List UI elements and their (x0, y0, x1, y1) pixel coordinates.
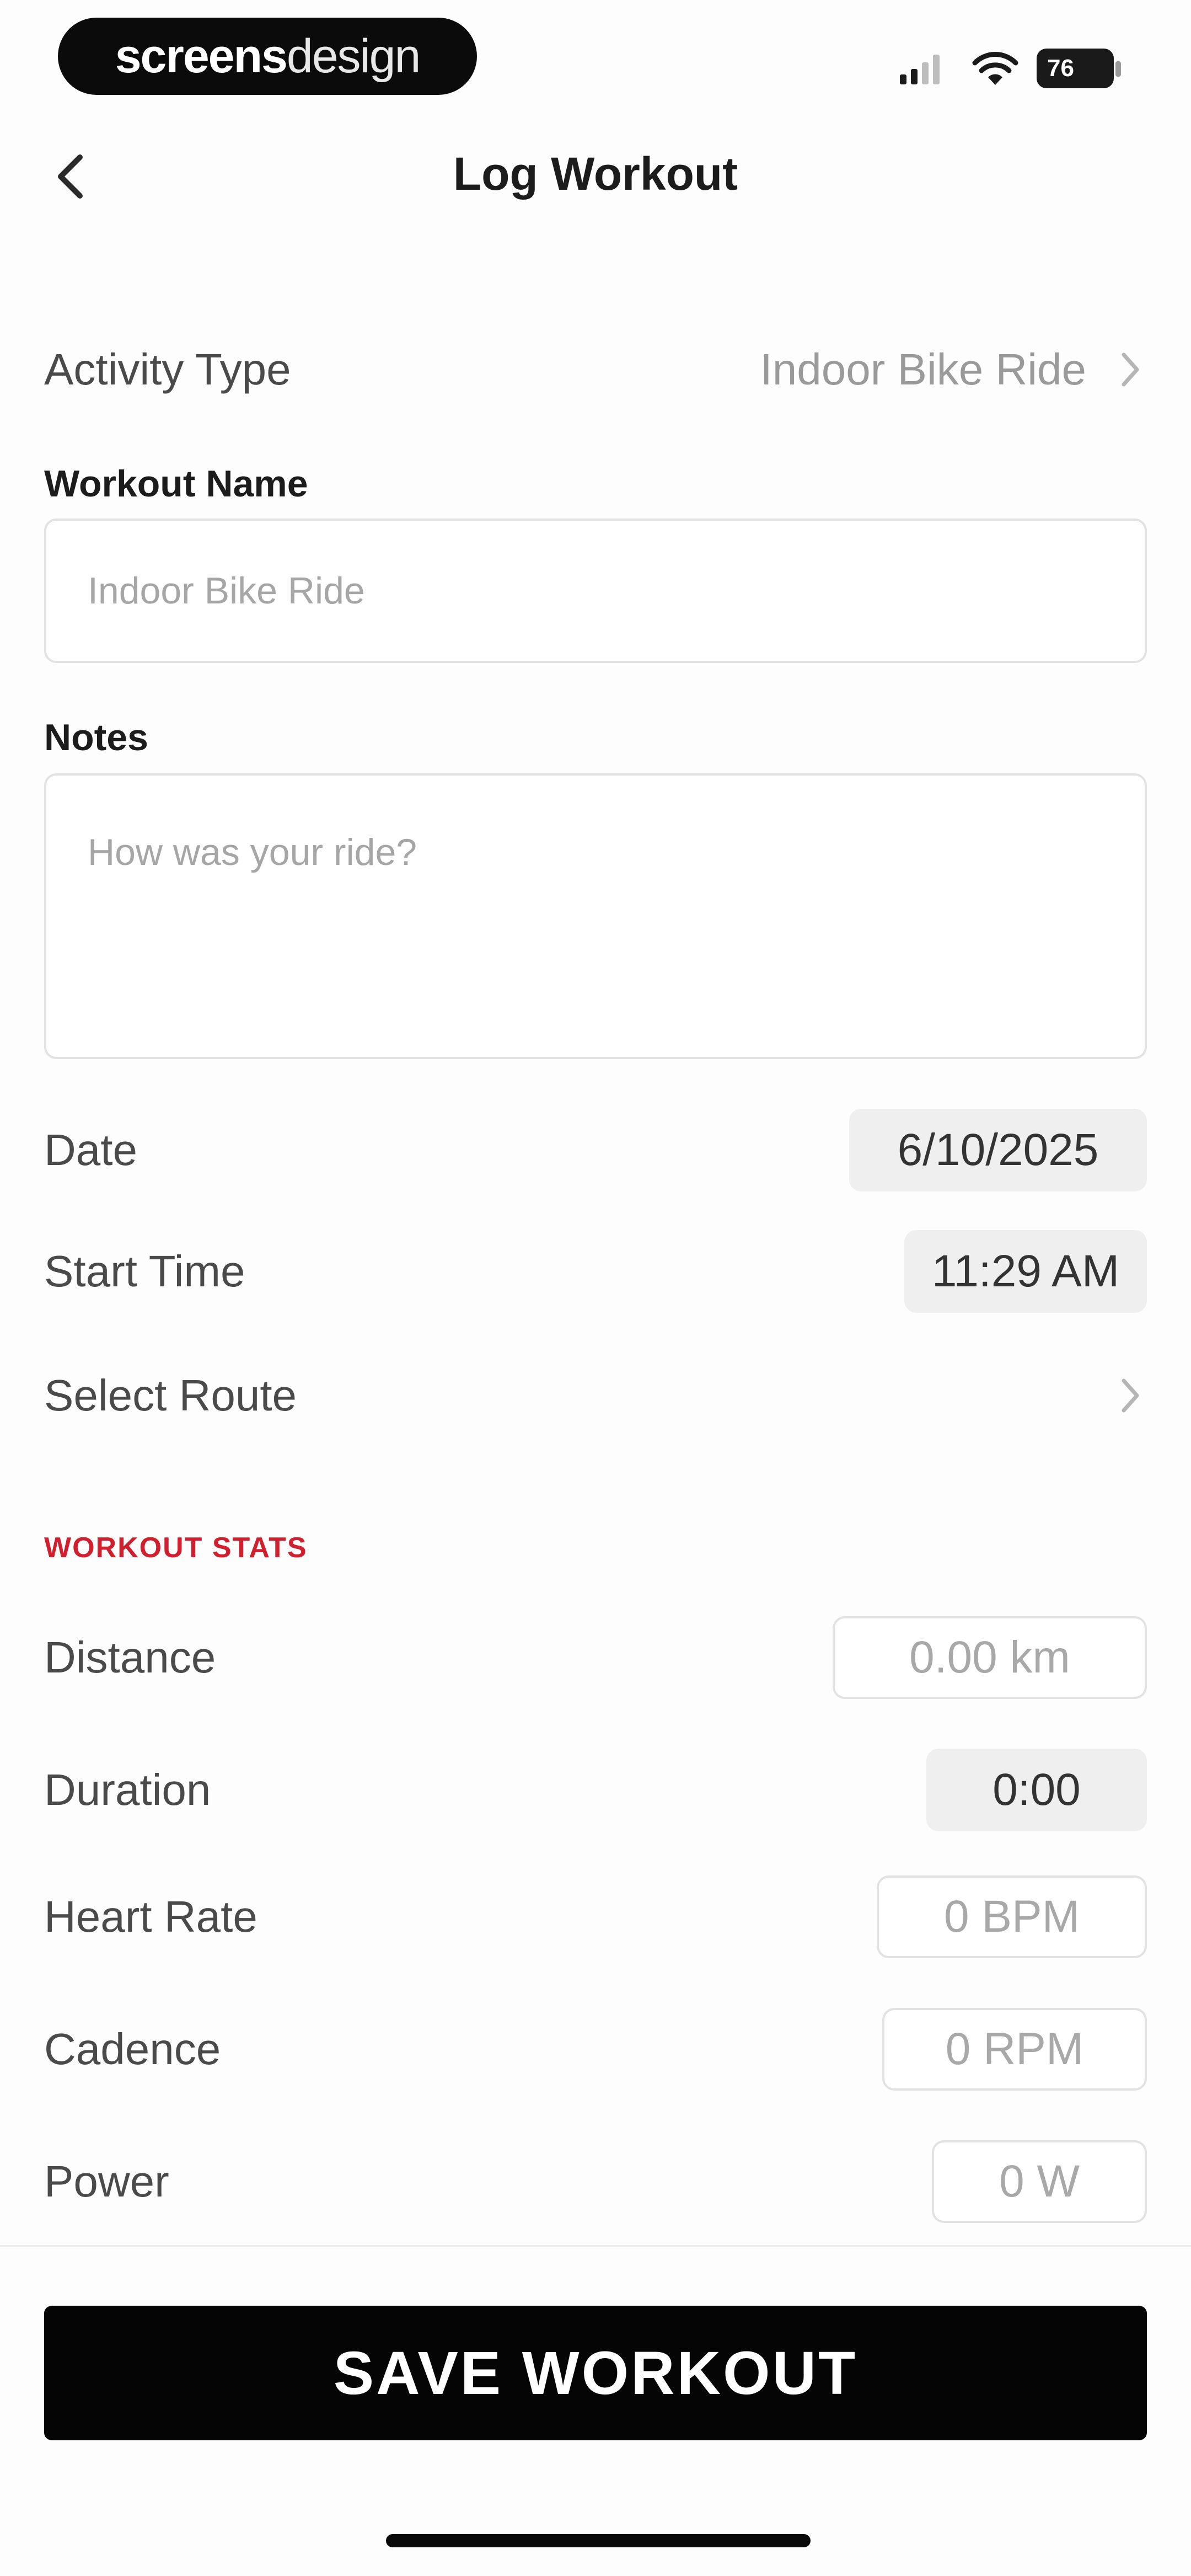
brand-bold-text: screens (115, 29, 288, 83)
distance-row: Distance 0.00 km (44, 1616, 1147, 1699)
power-row: Power 0 W (44, 2140, 1147, 2223)
distance-label: Distance (44, 1633, 216, 1682)
battery-icon: 76 (1037, 49, 1121, 88)
start-time-label: Start Time (44, 1247, 245, 1296)
activity-type-label: Activity Type (44, 345, 291, 394)
select-route-label: Select Route (44, 1371, 297, 1420)
start-time-value: 11:29 AM (931, 1246, 1120, 1296)
workout-name-input[interactable]: Indoor Bike Ride (44, 519, 1147, 663)
heart-rate-row: Heart Rate 0 BPM (44, 1875, 1147, 1958)
power-label: Power (44, 2157, 169, 2206)
cadence-value: 0 RPM (945, 2024, 1084, 2074)
cadence-label: Cadence (44, 2024, 221, 2073)
chevron-right-icon (1114, 348, 1147, 392)
log-workout-screen: screens design 76 Log Workout Activity Ty… (0, 0, 1191, 2576)
power-value: 0 W (999, 2156, 1080, 2206)
duration-value: 0:00 (993, 1765, 1081, 1815)
start-time-row: Start Time 11:29 AM (44, 1230, 1147, 1313)
power-input[interactable]: 0 W (932, 2140, 1147, 2223)
distance-value: 0.00 km (909, 1632, 1070, 1682)
heart-rate-label: Heart Rate (44, 1892, 257, 1941)
brand-light-text: design (286, 29, 421, 83)
heart-rate-input[interactable]: 0 BPM (877, 1875, 1147, 1958)
wifi-icon (972, 52, 1018, 85)
workout-name-label: Workout Name (44, 463, 308, 505)
page-title: Log Workout (453, 148, 738, 200)
signal-icon (900, 55, 940, 84)
save-workout-button[interactable]: SAVE WORKOUT (44, 2306, 1147, 2440)
notes-placeholder: How was your ride? (88, 831, 417, 873)
notes-label: Notes (44, 717, 148, 758)
date-picker[interactable]: 6/10/2025 (849, 1109, 1147, 1191)
duration-row: Duration 0:00 (44, 1749, 1147, 1831)
chevron-right-icon (1114, 1373, 1147, 1418)
activity-type-value: Indoor Bike Ride (760, 345, 1086, 394)
brand-logo: screens design (58, 18, 477, 95)
distance-input[interactable]: 0.00 km (833, 1616, 1147, 1699)
notes-textarea[interactable]: How was your ride? (44, 773, 1147, 1059)
status-bar: screens design 76 (0, 0, 1191, 110)
start-time-picker[interactable]: 11:29 AM (904, 1230, 1147, 1313)
cadence-input[interactable]: 0 RPM (882, 2008, 1147, 2091)
date-label: Date (44, 1125, 137, 1174)
workout-stats-header: WORKOUT STATS (44, 1532, 308, 1564)
heart-rate-value: 0 BPM (943, 1891, 1080, 1942)
back-button[interactable] (44, 149, 99, 204)
duration-label: Duration (44, 1765, 211, 1814)
duration-picker[interactable]: 0:00 (926, 1749, 1147, 1831)
select-route-row[interactable]: Select Route (44, 1357, 1147, 1434)
date-value: 6/10/2025 (897, 1125, 1099, 1175)
chevron-left-icon (58, 154, 83, 199)
activity-type-value-group: Indoor Bike Ride (760, 344, 1147, 395)
workout-name-placeholder: Indoor Bike Ride (88, 570, 365, 612)
battery-level: 76 (1047, 55, 1074, 82)
bottom-bar: SAVE WORKOUT (0, 2245, 1191, 2576)
activity-type-row[interactable]: Activity Type Indoor Bike Ride (44, 331, 1147, 408)
date-row: Date 6/10/2025 (44, 1109, 1147, 1191)
cadence-row: Cadence 0 RPM (44, 2008, 1147, 2091)
nav-header: Log Workout (0, 132, 1191, 215)
home-indicator[interactable] (386, 2534, 811, 2547)
